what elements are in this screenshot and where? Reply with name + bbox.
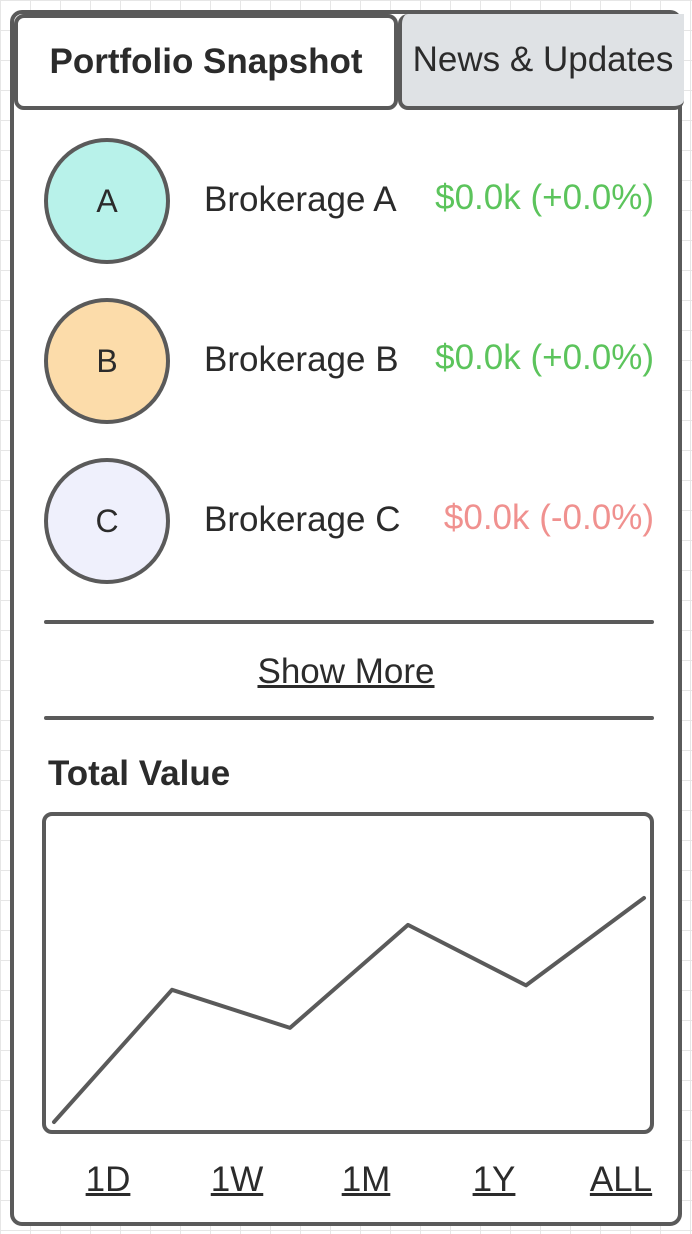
range-button-1w[interactable]: 1W (211, 1160, 264, 1200)
account-value: $0.0k (+0.0%) (435, 178, 654, 217)
avatar: B (44, 298, 170, 424)
series-line (52, 896, 646, 1124)
account-value: $0.0k (-0.0%) (443, 498, 654, 537)
account-name: Brokerage A (204, 180, 397, 219)
divider (44, 716, 654, 720)
divider (44, 620, 654, 624)
avatar: A (44, 138, 170, 264)
range-button-1y[interactable]: 1Y (473, 1160, 516, 1200)
total-value-chart (42, 812, 654, 1134)
account-row-a[interactable]: A Brokerage A $0.0k (+0.0%) (40, 138, 660, 272)
account-value: $0.0k (+0.0%) (435, 338, 654, 377)
account-row-b[interactable]: B Brokerage B $0.0k (+0.0%) (40, 298, 660, 432)
account-name: Brokerage C (204, 500, 401, 539)
time-range-selector: 1D 1W 1M 1Y ALL (14, 1160, 678, 1204)
range-button-1m[interactable]: 1M (342, 1160, 391, 1200)
range-button-all[interactable]: ALL (590, 1160, 652, 1200)
tab-news-updates[interactable]: News & Updates (398, 14, 684, 110)
avatar: C (44, 458, 170, 584)
show-more-link[interactable]: Show More (14, 652, 678, 692)
portfolio-card: Portfolio Snapshot News & Updates A Brok… (10, 10, 684, 1226)
chart-svg (52, 896, 646, 1124)
total-value-title: Total Value (48, 754, 231, 793)
tab-portfolio-snapshot[interactable]: Portfolio Snapshot (14, 14, 398, 110)
account-name: Brokerage B (204, 340, 399, 379)
range-button-1d[interactable]: 1D (86, 1160, 131, 1200)
account-row-c[interactable]: C Brokerage C $0.0k (-0.0%) (40, 458, 660, 592)
